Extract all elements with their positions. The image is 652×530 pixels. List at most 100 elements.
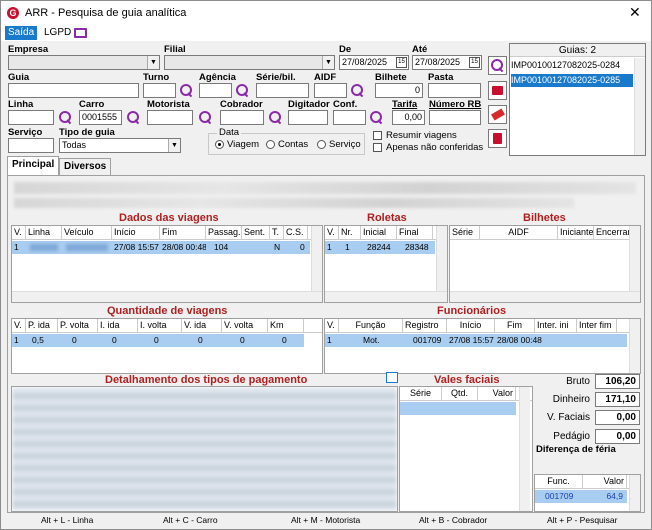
app-logo-icon: G <box>7 7 19 19</box>
vales-grid[interactable]: Série Qtd. Valor <box>399 386 533 512</box>
radio-viagem[interactable] <box>215 140 224 149</box>
col-header: Função <box>339 319 403 333</box>
menu-lgpd[interactable]: LGPD <box>41 26 74 40</box>
turno-input[interactable] <box>143 83 176 98</box>
conf-input[interactable] <box>333 110 366 125</box>
cell: Mot. <box>363 335 380 345</box>
calendar-icon[interactable]: 15 <box>396 57 407 68</box>
radio-servico[interactable] <box>317 140 326 149</box>
scrollbar[interactable] <box>450 291 640 302</box>
scrollbar[interactable] <box>629 475 640 511</box>
menu-saida[interactable]: Saída <box>5 26 38 40</box>
dados-viagens-grid[interactable]: V. Linha Veículo Início Fim Passag. Sent… <box>11 225 323 303</box>
linha-input[interactable] <box>8 110 54 125</box>
close-icon[interactable]: ✕ <box>629 4 641 21</box>
servico-input[interactable] <box>8 138 54 153</box>
guia-item[interactable]: IMP00100127082025-0284 <box>511 59 633 72</box>
search-icon[interactable] <box>370 111 382 123</box>
col-header: Veículo <box>62 226 112 240</box>
scrollbar[interactable] <box>12 291 322 302</box>
col-header: Linha <box>26 226 62 240</box>
scrollbar[interactable] <box>629 319 640 373</box>
empresa-select[interactable]: ▼ <box>8 55 160 70</box>
scrollbar[interactable] <box>325 291 447 302</box>
tab-principal[interactable]: Principal <box>7 156 60 175</box>
guia-input[interactable] <box>8 83 139 98</box>
monitor-icon[interactable] <box>74 28 87 38</box>
col-header: Inter fim <box>577 319 617 333</box>
motorista-input[interactable] <box>147 110 193 125</box>
cobrador-input[interactable] <box>220 110 264 125</box>
table-row[interactable] <box>400 402 516 415</box>
guias-scrollbar[interactable] <box>634 58 645 155</box>
col-header: Nr. <box>339 226 361 240</box>
quantidade-grid[interactable]: V. P. ida P. volta I. ida I. volta V. id… <box>11 318 323 374</box>
diferenca-grid[interactable]: Func. Valor 001709 64,9 <box>534 474 641 512</box>
aidf-input[interactable] <box>314 83 347 98</box>
tipo-guia-label: Tipo de guia <box>59 127 115 138</box>
scrollbar[interactable] <box>311 226 322 291</box>
calendar-icon[interactable]: 15 <box>469 57 480 68</box>
serie-input[interactable] <box>256 83 309 98</box>
data-group-label: Data <box>217 127 242 138</box>
tipo-guia-select[interactable]: Todas ▼ <box>59 138 181 153</box>
table-row[interactable]: 1 1 28244 28348 <box>325 241 435 254</box>
numero-rb-input[interactable] <box>429 110 481 125</box>
table-row[interactable]: 1 0,5 0 0 0 0 0 0 <box>12 334 304 347</box>
guias-list[interactable]: Guias: 2 IMP00100127082025-0284 IMP00100… <box>509 43 646 156</box>
col-header: Km <box>268 319 304 333</box>
ate-label: Até <box>412 44 428 55</box>
resumir-checkbox[interactable] <box>373 131 382 140</box>
print-button[interactable] <box>488 81 507 100</box>
search-icon[interactable] <box>236 84 248 96</box>
grid-header: V. Linha Veículo Início Fim Passag. Sent… <box>12 226 322 240</box>
pasta-input[interactable] <box>428 83 481 98</box>
bilhete-input[interactable]: 0 <box>375 83 423 98</box>
eraser-icon <box>491 108 505 121</box>
linha-label: Linha <box>8 99 34 110</box>
radio-contas[interactable] <box>266 140 275 149</box>
diferenca-label: Diferença de féria <box>536 444 616 455</box>
table-row[interactable]: 001709 64,9 <box>535 490 627 503</box>
cell: 0 <box>72 335 77 345</box>
col-header: C.S. <box>284 226 308 240</box>
scrollbar[interactable] <box>629 226 640 291</box>
col-header: Início <box>112 226 160 240</box>
bilhetes-grid[interactable]: Série AIDF Iniciante Encerran <box>449 225 641 303</box>
delete-button[interactable] <box>488 129 507 148</box>
apenas-checkbox[interactable] <box>373 143 382 152</box>
guia-item-selected[interactable]: IMP00100127082025-0285 <box>511 74 633 87</box>
col-header: V. ida <box>182 319 222 333</box>
clear-button[interactable] <box>488 105 507 124</box>
grid-header: Func. Valor <box>535 475 640 489</box>
scrollbar[interactable] <box>436 226 447 291</box>
carro-input[interactable]: 0001555 <box>79 110 122 125</box>
de-label: De <box>339 44 352 55</box>
radio-contas-label: Contas <box>278 139 309 150</box>
table-row[interactable]: 1 27/08 15:57 28/08 00:48 104 N 0 <box>12 241 310 254</box>
search-icon[interactable] <box>59 111 71 123</box>
empresa-label: Empresa <box>8 44 49 55</box>
digitador-input[interactable] <box>288 110 328 125</box>
search-icon[interactable] <box>269 111 281 123</box>
cell: 0 <box>154 335 159 345</box>
search-icon[interactable] <box>180 84 192 96</box>
tab-diversos[interactable]: Diversos <box>59 158 112 175</box>
search-icon[interactable] <box>199 111 211 123</box>
pagamento-grid[interactable] <box>11 386 398 512</box>
funcionarios-grid[interactable]: V. Função Registro Início Fim Inter. ini… <box>324 318 641 374</box>
expand-icon[interactable] <box>386 372 398 383</box>
search-icon[interactable] <box>351 84 363 96</box>
scrollbar[interactable] <box>519 387 530 511</box>
resumir-label: Resumir viagens <box>386 130 457 141</box>
table-row[interactable]: 1 Mot. 001709 27/08 15:57 28/08 00:48 <box>325 334 627 347</box>
grid-header: Série Qtd. Valor <box>400 387 532 401</box>
search-button[interactable] <box>488 56 507 75</box>
col-header: Inter. ini <box>535 319 577 333</box>
agencia-input[interactable] <box>199 83 232 98</box>
filial-select[interactable]: ▼ <box>164 55 335 70</box>
roletas-grid[interactable]: V. Nr. Inicial Final 1 1 28244 28348 <box>324 225 448 303</box>
col-header: Final <box>397 226 433 240</box>
tarifa-input[interactable]: 0,00 <box>392 110 425 125</box>
search-icon[interactable] <box>127 111 139 123</box>
